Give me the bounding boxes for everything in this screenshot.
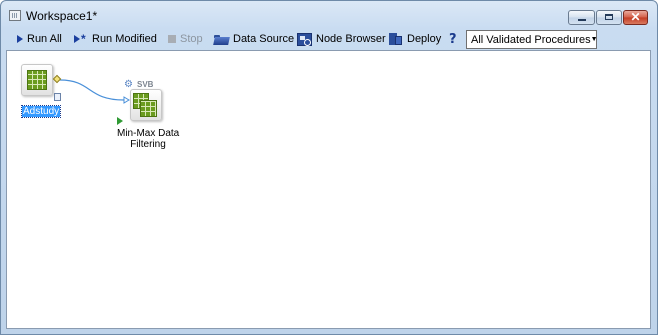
run-all-label: Run All	[27, 33, 62, 45]
workspace-window: Workspace1* ✕ Run All Run Modified Stop …	[0, 0, 658, 335]
stop-button[interactable]: Stop	[165, 30, 203, 48]
title-bar[interactable]: Workspace1* ✕	[1, 1, 657, 29]
minimize-button[interactable]	[568, 10, 595, 25]
adstudy-node-label[interactable]: Adstudy	[20, 105, 62, 118]
procedures-dropdown[interactable]: All Validated Procedures ▼	[466, 30, 598, 49]
close-icon: ✕	[630, 10, 641, 24]
play-icon	[17, 35, 23, 43]
node-browser-button[interactable]: Node Browser	[297, 30, 386, 48]
workspace-icon	[9, 10, 21, 21]
adstudy-node-box[interactable]	[21, 64, 53, 96]
folder-open-icon	[214, 34, 229, 45]
stop-label: Stop	[180, 33, 203, 45]
data-source-button[interactable]: Data Source	[214, 30, 294, 48]
deploy-icon	[388, 32, 403, 46]
procedures-dropdown-value: All Validated Procedures	[471, 33, 591, 46]
stop-icon	[168, 35, 176, 43]
svb-badge: SVB	[137, 80, 154, 89]
run-status-icon	[117, 117, 123, 125]
play-modified-icon	[74, 32, 88, 46]
data-table-icon	[27, 70, 47, 90]
document-icon[interactable]	[54, 93, 61, 101]
help-button[interactable]: ?	[449, 30, 457, 48]
node-browser-label: Node Browser	[316, 33, 386, 45]
data-filter-icon	[140, 100, 157, 117]
min-max-filtering-label-line2[interactable]: Filtering	[117, 139, 179, 150]
minimize-icon	[578, 19, 586, 21]
chevron-down-icon[interactable]: ▼	[591, 31, 598, 48]
maximize-button[interactable]	[596, 10, 622, 25]
run-all-button[interactable]: Run All	[14, 30, 62, 48]
window-title: Workspace1*	[26, 9, 98, 23]
run-modified-label: Run Modified	[92, 33, 157, 45]
close-button[interactable]: ✕	[623, 10, 648, 25]
maximize-icon	[605, 14, 613, 20]
deploy-button[interactable]: Deploy	[388, 30, 441, 48]
min-max-filtering-label-line1[interactable]: Min-Max Data	[117, 128, 179, 139]
workspace-canvas[interactable]: Adstudy ⚙ SVB Min-Max Data Filtering	[6, 50, 651, 329]
min-max-filtering-node-box[interactable]	[130, 89, 162, 121]
help-icon: ?	[449, 31, 457, 47]
deploy-label: Deploy	[407, 33, 442, 45]
node-browser-icon	[297, 32, 312, 46]
run-modified-button[interactable]: Run Modified	[74, 30, 157, 48]
node-connector[interactable]	[7, 51, 652, 330]
data-source-label: Data Source	[233, 33, 295, 45]
